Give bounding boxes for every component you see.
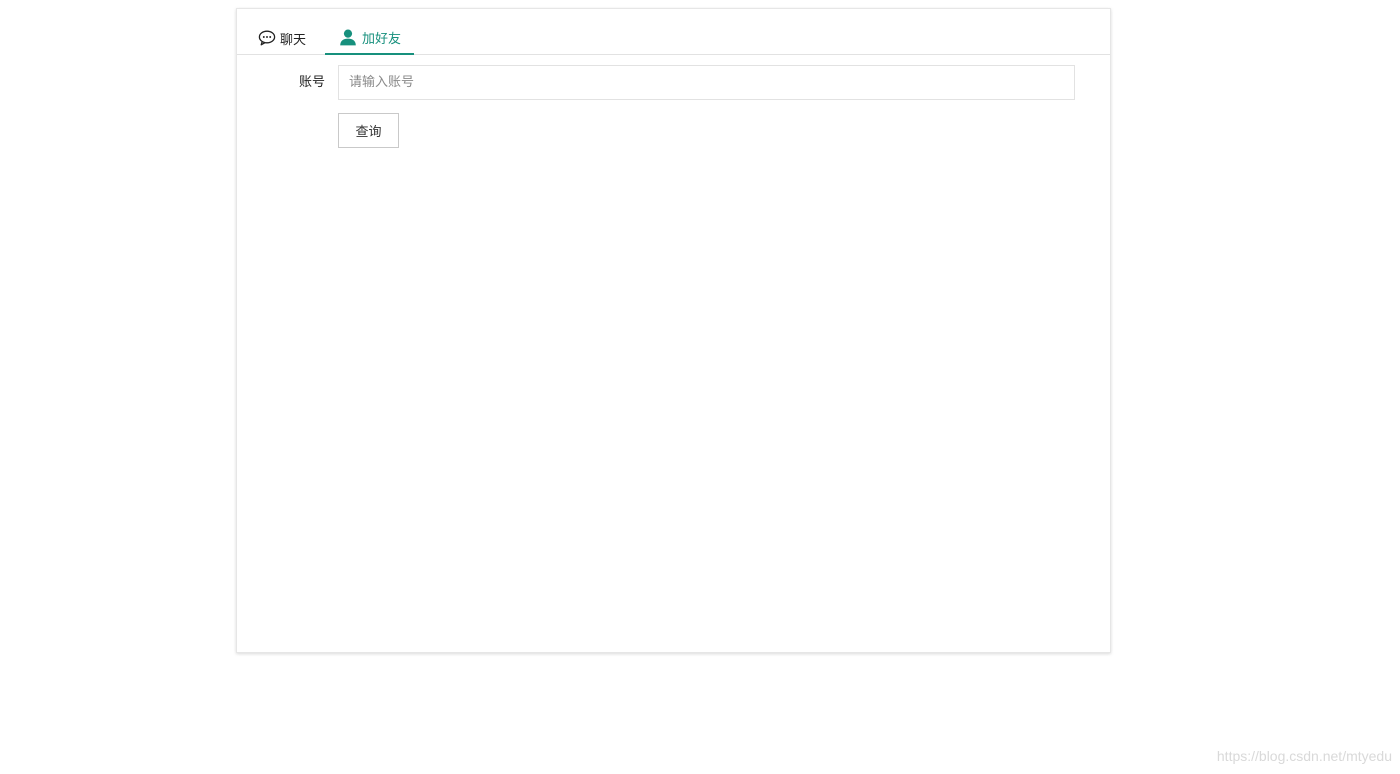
tab-bar: 聊天 加好友	[237, 9, 1110, 55]
watermark: https://blog.csdn.net/mtyedu	[1216, 748, 1392, 764]
tab-chat-label: 聊天	[280, 32, 307, 48]
tab-chat[interactable]: 聊天	[257, 9, 306, 55]
query-button[interactable]: 查询	[338, 113, 399, 148]
tab-add-friend[interactable]: 加好友	[325, 9, 415, 55]
friend-panel: 聊天 加好友 账号 查询	[236, 8, 1111, 653]
user-icon	[338, 27, 358, 47]
account-input[interactable]	[338, 65, 1075, 100]
tab-add-friend-label: 加好友	[362, 31, 402, 47]
account-label: 账号	[298, 75, 325, 90]
account-row: 账号	[237, 65, 1110, 101]
chat-icon	[257, 28, 277, 48]
